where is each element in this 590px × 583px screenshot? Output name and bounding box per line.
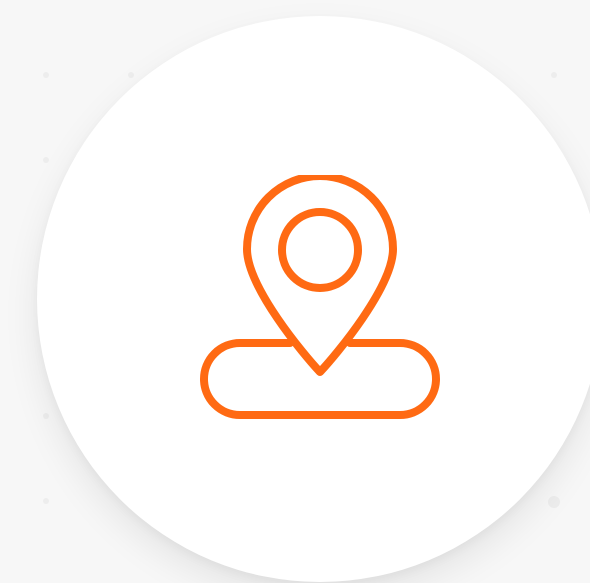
- decorative-dot: [43, 413, 49, 419]
- decorative-dot: [548, 496, 560, 508]
- decorative-dot: [43, 157, 49, 163]
- decorative-dot: [551, 72, 557, 78]
- decorative-dot: [128, 72, 134, 78]
- location-pin-icon: [200, 175, 440, 425]
- decorative-dot: [43, 498, 49, 504]
- icon-stage: [0, 0, 590, 583]
- decorative-dot: [43, 72, 49, 78]
